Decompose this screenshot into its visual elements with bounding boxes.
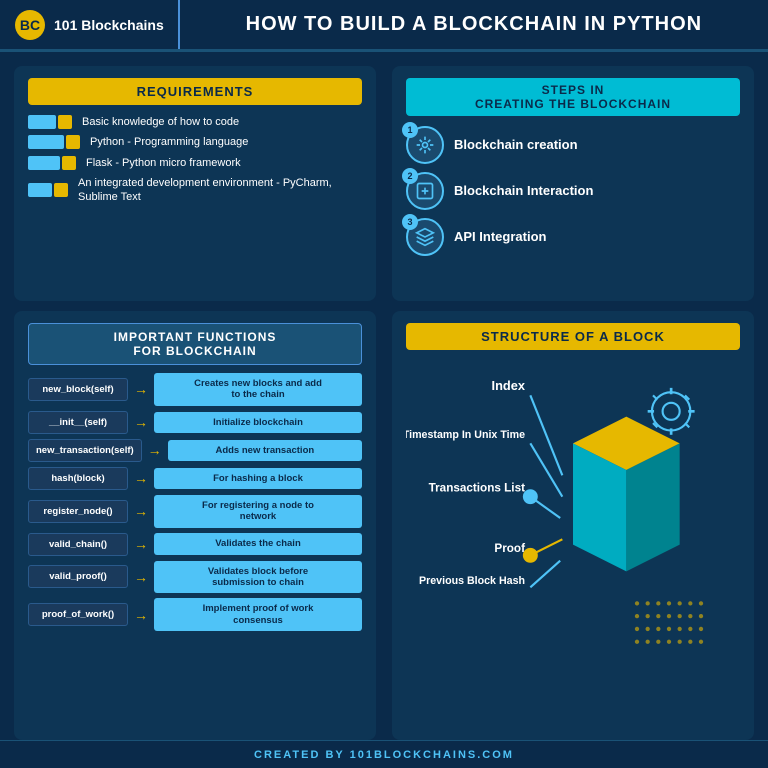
req-item-4: An integrated development environment - … <box>28 176 362 205</box>
svg-text:Proof: Proof <box>494 542 525 555</box>
func-name-2: new_transaction(self) <box>28 439 142 462</box>
req-text-1: Basic knowledge of how to code <box>82 115 239 129</box>
footer: CREATED BY 101BLOCKCHAINS.COM <box>0 740 768 768</box>
req-item-2: Python - Programming language <box>28 135 362 149</box>
logo-icon: BC <box>14 9 46 41</box>
func-row-0: new_block(self) → Creates new blocks and… <box>28 373 362 406</box>
steps-section: STEPS IN CREATING THE BLOCKCHAIN 1 Block… <box>392 66 754 301</box>
block-structure-section: STRUCTURE OF A BLOCK <box>392 311 754 740</box>
func-arrow-1: → <box>134 414 148 430</box>
func-row-3: hash(block) → For hashing a block <box>28 467 362 490</box>
step-info-2: Blockchain Interaction <box>454 182 740 200</box>
bar-blue <box>28 115 56 129</box>
header-title-area: HOW TO BUILD A BLOCKCHAIN IN PYTHON <box>180 13 768 36</box>
block-svg: Index Timestamp In Unix Time Transaction… <box>406 358 740 678</box>
func-desc-3: For hashing a block <box>154 468 362 489</box>
steps-title-text: STEPS IN CREATING THE BLOCKCHAIN <box>475 83 671 111</box>
func-desc-5: Validates the chain <box>154 533 362 554</box>
step-connector-1: 1 <box>406 126 444 164</box>
func-name-3: hash(block) <box>28 467 128 490</box>
header-title: HOW TO BUILD A BLOCKCHAIN IN PYTHON <box>246 13 702 35</box>
func-row-1: __init__(self) → Initialize blockchain <box>28 411 362 434</box>
req-item-1: Basic knowledge of how to code <box>28 115 362 129</box>
func-row-6: valid_proof() → Validates block before s… <box>28 561 362 594</box>
func-desc-6: Validates block before submission to cha… <box>154 561 362 594</box>
func-arrow-0: → <box>134 381 148 397</box>
req-text-3: Flask - Python micro framework <box>86 156 241 170</box>
func-desc-2: Adds new transaction <box>168 440 362 461</box>
req-item-3: Flask - Python micro framework <box>28 156 362 170</box>
req-bar-1 <box>28 115 72 129</box>
func-arrow-6: → <box>134 569 148 585</box>
requirements-list: Basic knowledge of how to code Python - … <box>28 115 362 204</box>
func-name-5: valid_chain() <box>28 533 128 556</box>
block-visual: Index Timestamp In Unix Time Transaction… <box>406 358 740 678</box>
req-bar-2 <box>28 135 80 149</box>
functions-section: IMPORTANT FUNCTIONS FOR BLOCKCHAIN new_b… <box>14 311 376 740</box>
steps-list: 1 Blockchain creation 2 <box>406 126 740 256</box>
step-item-2: 2 Blockchain Interaction <box>406 172 740 210</box>
functions-list: new_block(self) → Creates new blocks and… <box>28 373 362 631</box>
req-bar-3 <box>28 156 76 170</box>
svg-text:Transactions List: Transactions List <box>429 481 525 494</box>
bar-yellow-4 <box>54 183 68 197</box>
func-row-5: valid_chain() → Validates the chain <box>28 533 362 556</box>
func-desc-0: Creates new blocks and add to the chain <box>154 373 362 406</box>
bar-yellow-2 <box>66 135 80 149</box>
functions-title-text: IMPORTANT FUNCTIONS FOR BLOCKCHAIN <box>114 330 277 358</box>
bar-yellow <box>58 115 72 129</box>
step-item-3: 3 API Integration <box>406 218 740 256</box>
step-info-1: Blockchain creation <box>454 136 740 154</box>
footer-text: CREATED BY 101BLOCKCHAINS.COM <box>254 749 514 761</box>
step-label-3: API Integration <box>454 229 546 244</box>
func-name-6: valid_proof() <box>28 565 128 588</box>
func-desc-4: For registering a node to network <box>154 495 362 528</box>
func-row-2: new_transaction(self) → Adds new transac… <box>28 439 362 462</box>
req-text-4: An integrated development environment - … <box>78 176 362 205</box>
step-label-1: Blockchain creation <box>454 137 578 152</box>
req-text-2: Python - Programming language <box>90 135 248 149</box>
bar-blue-3 <box>28 156 60 170</box>
block-structure-title: STRUCTURE OF A BLOCK <box>406 323 740 350</box>
func-name-7: proof_of_work() <box>28 603 128 626</box>
func-row-4: register_node() → For registering a node… <box>28 495 362 528</box>
step-icon-1: 1 <box>406 126 444 164</box>
bar-blue-4 <box>28 183 52 197</box>
func-name-0: new_block(self) <box>28 378 128 401</box>
logo-text: 101 Blockchains <box>54 17 164 33</box>
func-arrow-4: → <box>134 503 148 519</box>
svg-text:Index: Index <box>492 378 526 393</box>
func-desc-1: Initialize blockchain <box>154 412 362 433</box>
steps-title: STEPS IN CREATING THE BLOCKCHAIN <box>406 78 740 116</box>
func-arrow-3: → <box>134 470 148 486</box>
step-number-2: 2 <box>402 168 418 184</box>
func-row-7: proof_of_work() → Implement proof of wor… <box>28 598 362 631</box>
step-number-1: 1 <box>402 122 418 138</box>
functions-title: IMPORTANT FUNCTIONS FOR BLOCKCHAIN <box>28 323 362 365</box>
step-number-3: 3 <box>402 214 418 230</box>
func-desc-7: Implement proof of work consensus <box>154 598 362 631</box>
svg-text:Timestamp In Unix Time: Timestamp In Unix Time <box>406 429 525 441</box>
bar-yellow-3 <box>62 156 76 170</box>
func-name-4: register_node() <box>28 500 128 523</box>
bar-blue-2 <box>28 135 64 149</box>
step-icon-2: 2 <box>406 172 444 210</box>
main-content: REQUIREMENTS Basic knowledge of how to c… <box>0 52 768 740</box>
func-arrow-2: → <box>148 442 162 458</box>
step-item-1: 1 Blockchain creation <box>406 126 740 164</box>
requirements-title: REQUIREMENTS <box>28 78 362 105</box>
svg-text:Previous Block Hash: Previous Block Hash <box>419 575 525 587</box>
logo-area: BC 101 Blockchains <box>0 0 180 49</box>
func-name-1: __init__(self) <box>28 411 128 434</box>
svg-text:BC: BC <box>20 17 40 33</box>
step-info-3: API Integration <box>454 228 740 246</box>
header: BC 101 Blockchains HOW TO BUILD A BLOCKC… <box>0 0 768 52</box>
func-arrow-7: → <box>134 607 148 623</box>
step-icon-3: 3 <box>406 218 444 256</box>
requirements-section: REQUIREMENTS Basic knowledge of how to c… <box>14 66 376 301</box>
func-arrow-5: → <box>134 536 148 552</box>
step-label-2: Blockchain Interaction <box>454 183 593 198</box>
req-bar-4 <box>28 183 68 197</box>
